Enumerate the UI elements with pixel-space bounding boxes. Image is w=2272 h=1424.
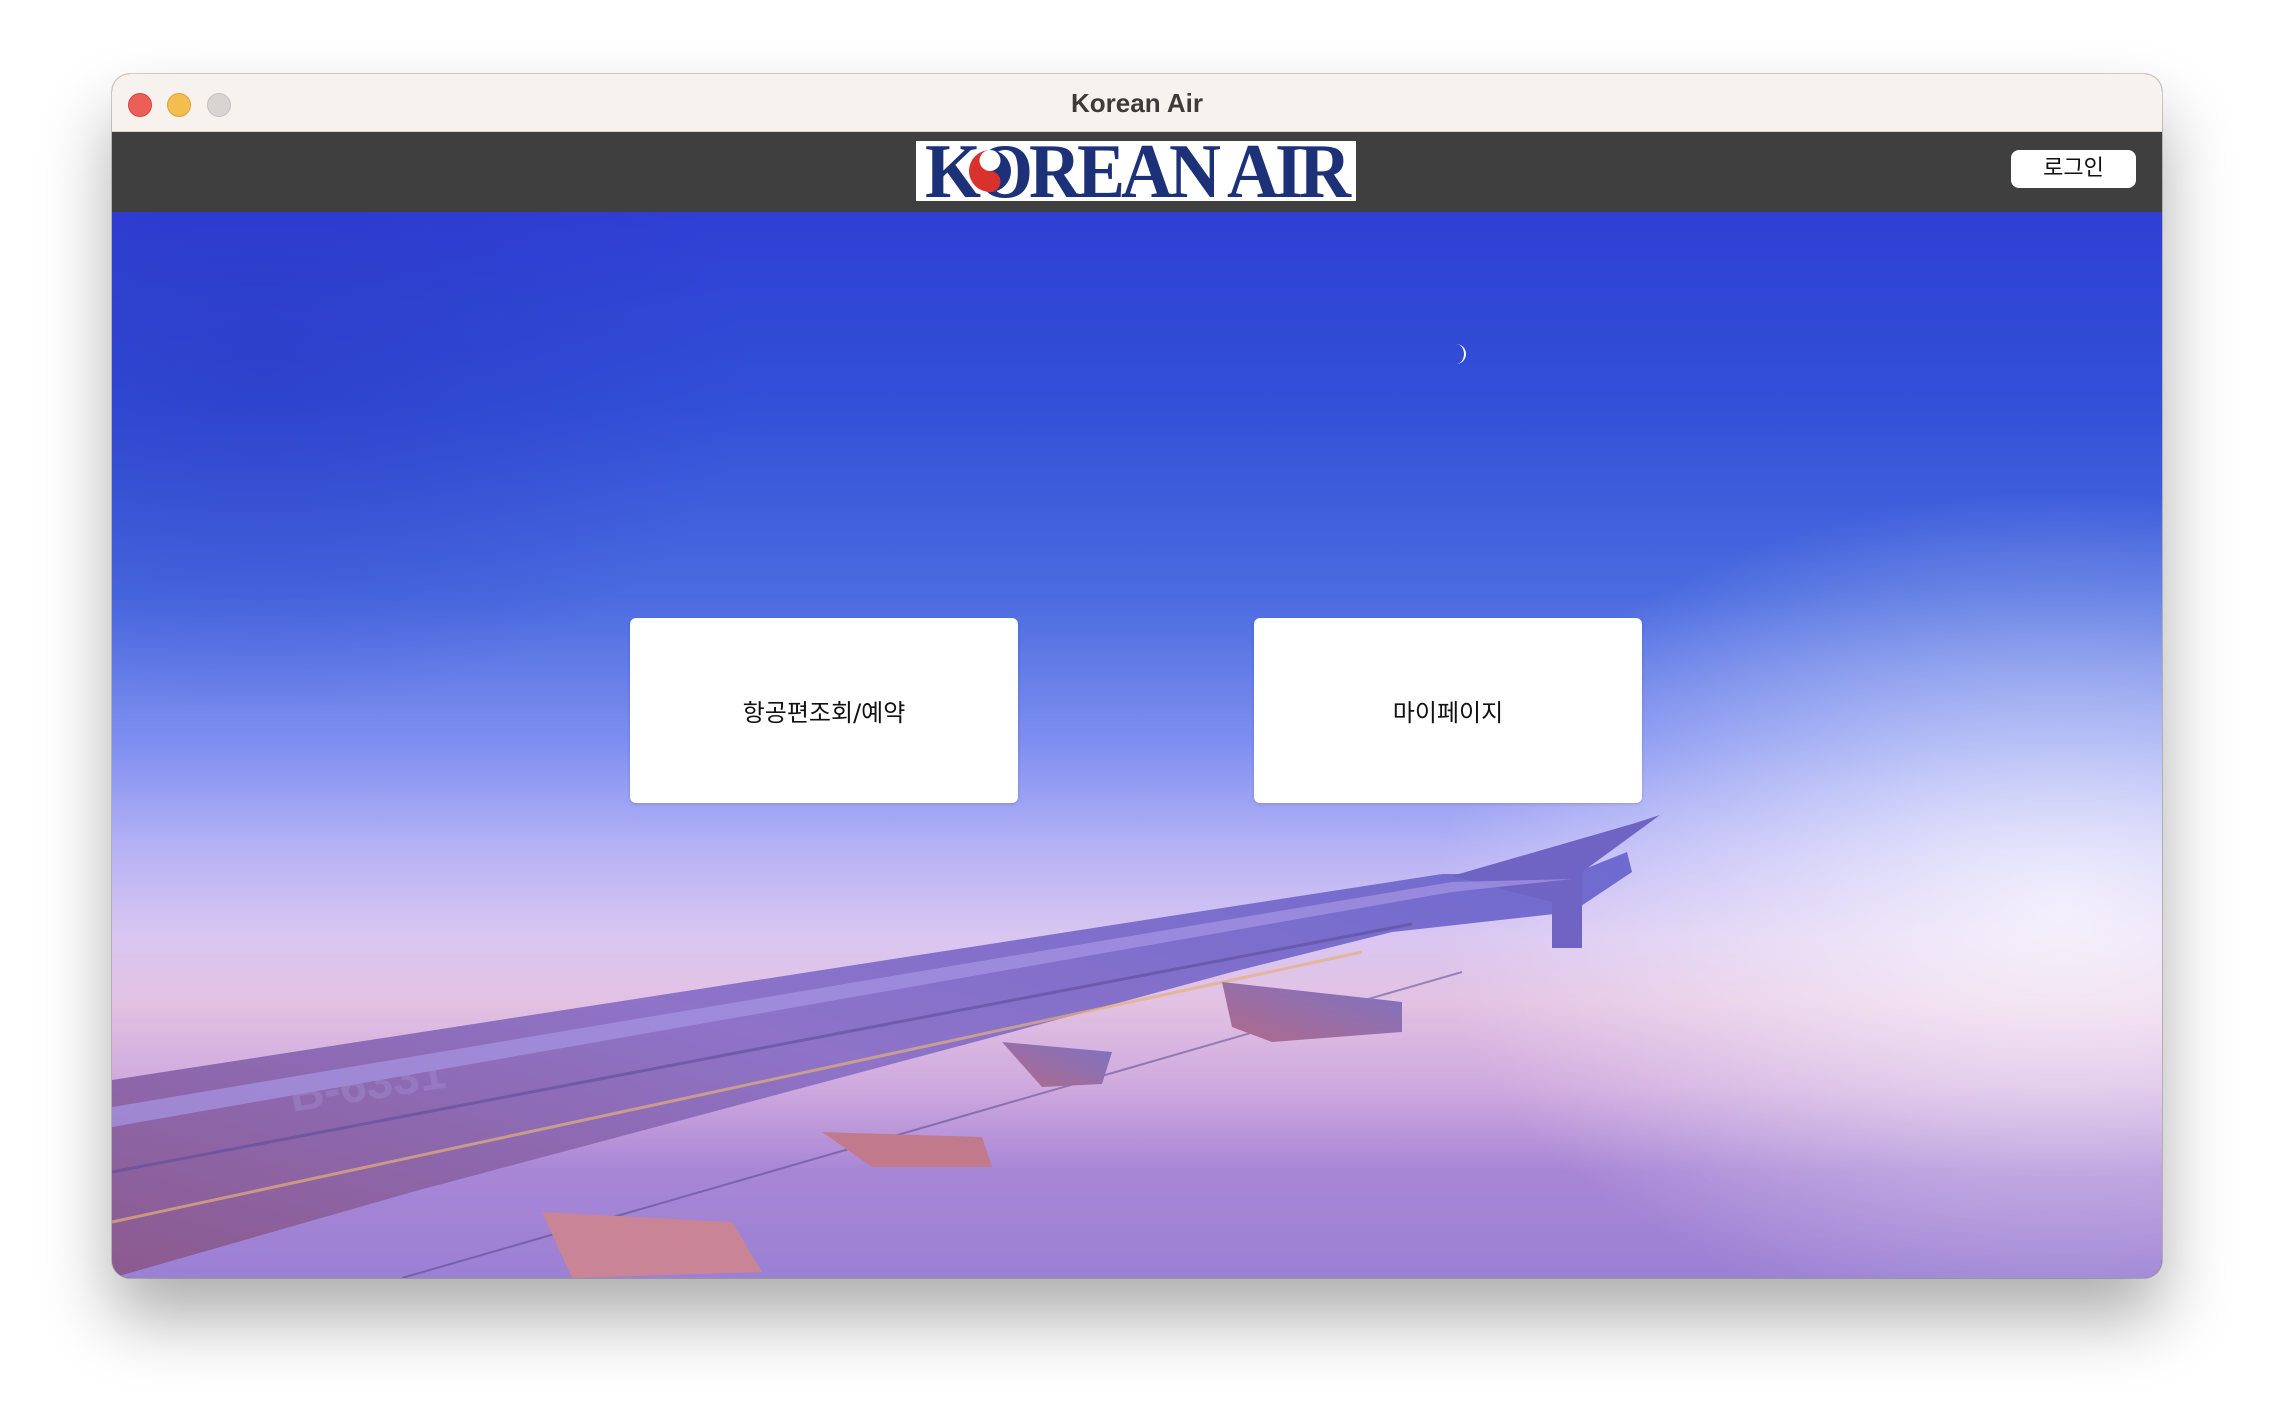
taegeuk-emblem-icon bbox=[969, 150, 1011, 192]
window-title: Korean Air bbox=[1071, 88, 1203, 118]
app-window: Korean Air KOREAN AIR 로그인 B-6331 항공편조회/예… bbox=[112, 74, 2162, 1278]
flight-search-booking-button[interactable]: 항공편조회/예약 bbox=[630, 618, 1018, 803]
login-button[interactable]: 로그인 bbox=[2011, 150, 2136, 188]
desktop: Korean Air KOREAN AIR 로그인 B-6331 항공편조회/예… bbox=[0, 0, 2272, 1424]
airplane-wing-image: B-6331 bbox=[112, 815, 1660, 1278]
hero-background: B-6331 항공편조회/예약 마이페이지 bbox=[112, 212, 2162, 1278]
my-page-button[interactable]: 마이페이지 bbox=[1254, 618, 1642, 803]
title-bar[interactable]: Korean Air bbox=[112, 74, 2162, 132]
korean-air-logo[interactable]: KOREAN AIR bbox=[916, 141, 1356, 201]
top-navbar: KOREAN AIR 로그인 bbox=[112, 132, 2162, 212]
